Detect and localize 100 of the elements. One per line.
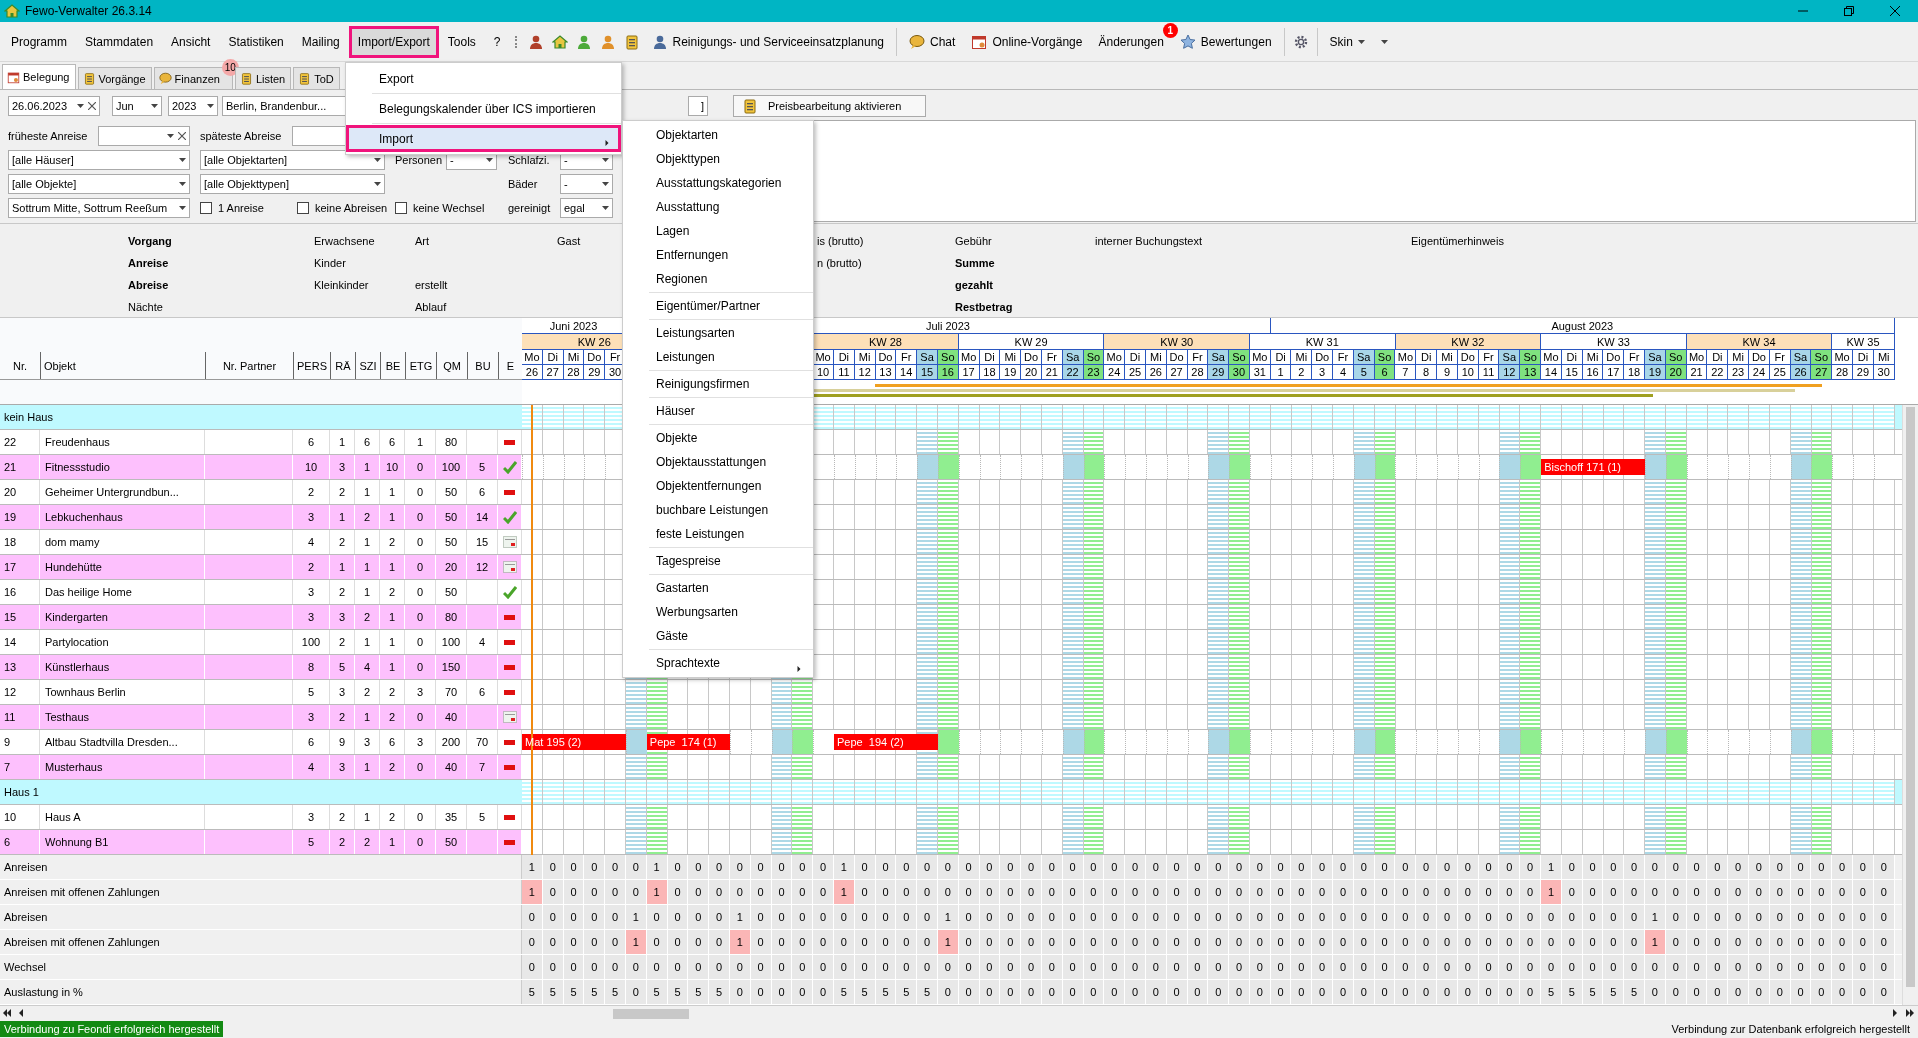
- booking-label[interactable]: Pepe 194 (2): [837, 735, 904, 750]
- input-field[interactable]: ]: [688, 96, 708, 116]
- table-cell: 0: [667, 880, 689, 904]
- menu-item[interactable]: Häuser: [623, 399, 813, 423]
- dropdown-field[interactable]: [98, 126, 190, 146]
- clear-icon[interactable]: [178, 132, 186, 140]
- column-header[interactable]: BU: [467, 352, 498, 379]
- column-header[interactable]: E: [498, 352, 522, 379]
- menu-item[interactable]: Stammdaten: [76, 25, 163, 58]
- dropdown-field[interactable]: [alle Häuser]: [8, 150, 190, 170]
- menu-item[interactable]: Werbungsarten: [623, 600, 813, 624]
- menu-item[interactable]: Gäste: [623, 624, 813, 648]
- menu-item[interactable]: ?: [484, 25, 510, 58]
- menu-item[interactable]: Ansicht: [162, 25, 220, 58]
- dropdown-field[interactable]: 2023: [168, 96, 218, 116]
- column-header[interactable]: Nr. Partner: [205, 352, 293, 379]
- restore-icon[interactable]: [1844, 6, 1854, 16]
- tab[interactable]: Vorgänge: [77, 67, 152, 89]
- dropdown-field[interactable]: Sottrum Mitte, Sottrum Reeßum: [8, 198, 190, 218]
- column-header[interactable]: QM: [436, 352, 467, 379]
- menu-item[interactable]: feste Leistungen: [623, 522, 813, 546]
- caret-icon: [179, 206, 186, 210]
- toolbar-button[interactable]: Bewertungen: [1200, 34, 1272, 49]
- dropdown-field[interactable]: egal: [560, 198, 613, 218]
- toolbar-button[interactable]: Reinigungs- und Serviceeinsatzplanung: [672, 34, 884, 49]
- column-header[interactable]: RÄ: [330, 352, 355, 379]
- column-header[interactable]: BE: [380, 352, 405, 379]
- booking-label[interactable]: Bischoff 171 (1): [1544, 460, 1622, 475]
- menu-item[interactable]: Import: [346, 125, 621, 152]
- submenu-arrow-icon[interactable]: [604, 139, 610, 147]
- menu-item[interactable]: Tagespreise: [623, 549, 813, 573]
- booking-label[interactable]: Mat 195 (2): [525, 735, 582, 750]
- house-icon[interactable]: [551, 33, 568, 50]
- table-cell: 2: [380, 530, 405, 554]
- toolbar-button[interactable]: Änderungen: [1098, 34, 1164, 49]
- scroll-first-icon[interactable]: [3, 1009, 11, 1017]
- menu-item[interactable]: Export: [346, 65, 621, 92]
- checkbox[interactable]: [200, 202, 212, 214]
- table-cell: 0: [1811, 955, 1833, 979]
- menu-item[interactable]: buchbare Leistungen: [623, 498, 813, 522]
- menu-item[interactable]: Gastarten: [623, 576, 813, 600]
- close-icon[interactable]: [1890, 6, 1900, 16]
- menu-item[interactable]: Tools: [438, 25, 485, 58]
- table-cell: 0: [1208, 955, 1230, 979]
- clipboard-icon[interactable]: [298, 72, 312, 85]
- window-title: Fewo-Verwalter 26.3.14: [25, 4, 152, 18]
- scroll-left-icon[interactable]: [17, 1009, 25, 1017]
- table-cell: 50: [436, 480, 467, 504]
- menu-item[interactable]: Objektentfernungen: [623, 474, 813, 498]
- checkbox[interactable]: [395, 202, 407, 214]
- tab[interactable]: ToD: [293, 67, 340, 89]
- dropdown-field[interactable]: [alle Objekte]: [8, 174, 190, 194]
- scrollbar-thumb[interactable]: [613, 1008, 689, 1019]
- menu-item[interactable]: Entfernungen: [623, 243, 813, 267]
- tab[interactable]: Listen: [234, 67, 292, 89]
- menu-item[interactable]: Statistiken: [219, 25, 293, 58]
- menu-item[interactable]: Objekte: [623, 426, 813, 450]
- column-header[interactable]: PERS: [293, 352, 330, 379]
- dropdown-field[interactable]: [alle Objekttypen]: [200, 174, 385, 194]
- menu-item[interactable]: Ausstattung: [623, 195, 813, 219]
- column-header[interactable]: SZI: [355, 352, 380, 379]
- clear-icon[interactable]: [88, 102, 96, 110]
- table-cell: 0: [1041, 980, 1063, 1004]
- dropdown-field[interactable]: -: [560, 174, 613, 194]
- person-icon[interactable]: [575, 33, 592, 50]
- table-cell: 0: [979, 905, 1001, 929]
- column-header[interactable]: ETG: [405, 352, 436, 379]
- menu-item[interactable]: Sprachtexte: [623, 651, 813, 675]
- booking-label[interactable]: Pepe 174 (1): [649, 735, 717, 750]
- list-icon[interactable]: [239, 72, 253, 85]
- toolbar-button[interactable]: Online-Vorgänge: [992, 34, 1083, 49]
- submenu-arrow-icon[interactable]: [796, 665, 802, 673]
- scroll-right-icon[interactable]: [1891, 1009, 1899, 1017]
- scroll-last-icon[interactable]: [1906, 1009, 1914, 1017]
- scrollbar-thumb[interactable]: [1906, 407, 1915, 987]
- menu-item[interactable]: Regionen: [623, 267, 813, 291]
- dropdown-field[interactable]: 26.06.2023: [8, 96, 100, 116]
- skin-menu[interactable]: Skin: [1329, 34, 1353, 49]
- column-header[interactable]: Nr.: [0, 352, 40, 379]
- tab[interactable]: Belegung: [2, 64, 76, 89]
- menu-item[interactable]: Mailing: [292, 25, 349, 58]
- document-icon[interactable]: [82, 72, 96, 85]
- menu-item[interactable]: Objekttypen: [623, 147, 813, 171]
- menu-item[interactable]: Reinigungsfirmen: [623, 372, 813, 396]
- price-edit-button[interactable]: Preisbearbeitung aktivieren: [733, 95, 927, 117]
- settings-icon[interactable]: [1292, 33, 1309, 50]
- clipboard-icon[interactable]: [623, 33, 640, 50]
- dropdown-field[interactable]: Jun: [112, 96, 162, 116]
- menu-item[interactable]: Programm: [2, 25, 76, 58]
- checkbox[interactable]: [297, 202, 309, 214]
- menu-item[interactable]: Lagen: [623, 219, 813, 243]
- dropdown-field[interactable]: [alle Objektarten]: [200, 150, 385, 170]
- menu-item[interactable]: Eigentümer/Partner: [623, 294, 813, 318]
- menu-item[interactable]: Objektarten: [623, 123, 813, 147]
- menu-item[interactable]: Ausstattungskategorien: [623, 171, 813, 195]
- menu-item[interactable]: Objektausstattungen: [623, 450, 813, 474]
- table-cell: 1: [355, 755, 380, 779]
- toolbar-button[interactable]: Chat: [930, 34, 956, 49]
- column-header[interactable]: Objekt: [40, 352, 205, 379]
- menu-item[interactable]: Import/Export: [348, 25, 439, 58]
